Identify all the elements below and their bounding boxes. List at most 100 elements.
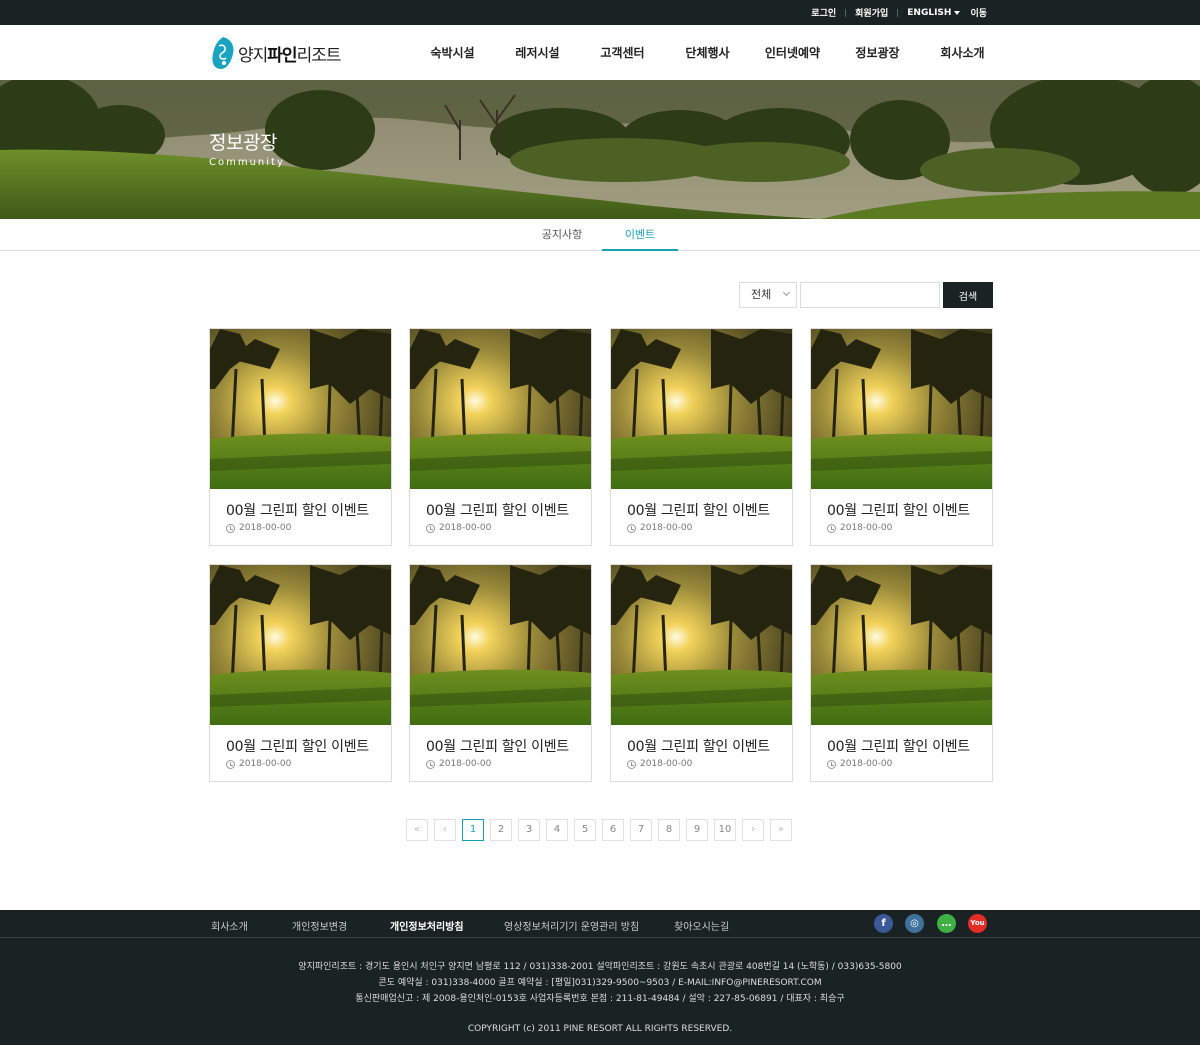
page-button-7[interactable]: 7 — [630, 819, 652, 841]
page-button-9[interactable]: 9 — [686, 819, 708, 841]
footer-link-company[interactable]: 회사소개 — [211, 918, 248, 933]
divider — [897, 8, 899, 17]
event-date-text: 2018-00-00 — [840, 759, 893, 769]
page-subtitle: Community — [209, 157, 285, 168]
event-title[interactable]: 00월 그린피 할인 이벤트 — [426, 736, 569, 756]
event-card[interactable]: 00월 그린피 할인 이벤트 2018-00-00 — [409, 564, 592, 782]
signup-link[interactable]: 회원가입 — [855, 6, 888, 19]
event-title[interactable]: 00월 그린피 할인 이벤트 — [627, 500, 770, 520]
event-thumbnail[interactable] — [811, 329, 992, 489]
event-thumbnail[interactable] — [811, 565, 992, 725]
pagination: « ‹ 1 2 3 4 5 6 7 8 9 10 › » — [406, 819, 798, 841]
page-button-3[interactable]: 3 — [518, 819, 540, 841]
event-title[interactable]: 00월 그린피 할인 이벤트 — [827, 500, 970, 520]
logo[interactable]: 양지파인리조트 — [211, 36, 341, 70]
nav-item-leisure[interactable]: 레저시설 — [495, 44, 580, 61]
page-button-10[interactable]: 10 — [714, 819, 736, 841]
caret-down-icon[interactable] — [954, 10, 961, 15]
footer-contact: 콘도 예약실 : 031)338-4000 골프 예약실 : [평일]031)3… — [378, 978, 822, 988]
page-button-1[interactable]: 1 — [462, 819, 484, 841]
event-date: 2018-00-00 — [226, 523, 291, 533]
event-title[interactable]: 00월 그린피 할인 이벤트 — [827, 736, 970, 756]
main-nav: 숙박시설 레저시설 고객센터 단체행사 인터넷예약 정보광장 회사소개 — [410, 25, 1005, 80]
clock-icon — [627, 759, 636, 769]
event-card[interactable]: 00월 그린피 할인 이벤트 2018-00-00 — [610, 328, 793, 546]
nav-item-community[interactable]: 정보광장 — [835, 44, 920, 61]
go-button[interactable]: 이동 — [970, 6, 987, 19]
chevron-down-icon — [782, 288, 791, 297]
event-card[interactable]: 00월 그린피 할인 이벤트 2018-00-00 — [209, 564, 392, 782]
footer-copyright: COPYRIGHT (c) 2011 PINE RESORT ALL RIGHT… — [467, 1024, 733, 1034]
event-date: 2018-00-00 — [827, 759, 892, 769]
nav-item-online-reservation[interactable]: 인터넷예약 — [750, 44, 835, 61]
event-date-text: 2018-00-00 — [439, 759, 492, 769]
footer-link-privacy-policy[interactable]: 개인정보처리방침 — [390, 918, 464, 933]
nav-item-group-events[interactable]: 단체행사 — [665, 44, 750, 61]
event-thumbnail[interactable] — [410, 565, 591, 725]
event-card[interactable]: 00월 그린피 할인 이벤트 2018-00-00 — [810, 564, 993, 782]
event-title[interactable]: 00월 그린피 할인 이벤트 — [226, 736, 369, 756]
prev-page-button[interactable]: ‹ — [434, 819, 456, 841]
talk-icon[interactable]: … — [937, 914, 956, 933]
event-thumbnail[interactable] — [611, 565, 792, 725]
nav-item-lodging[interactable]: 숙박시설 — [410, 44, 495, 61]
page-button-2[interactable]: 2 — [490, 819, 512, 841]
event-card[interactable]: 00월 그린피 할인 이벤트 2018-00-00 — [810, 328, 993, 546]
event-card[interactable]: 00월 그린피 할인 이벤트 2018-00-00 — [209, 328, 392, 546]
event-thumbnail[interactable] — [210, 329, 391, 489]
language-select[interactable]: ENGLISH — [907, 8, 951, 18]
event-date-text: 2018-00-00 — [239, 759, 292, 769]
event-date-text: 2018-00-00 — [439, 523, 492, 533]
event-thumbnail[interactable] — [611, 329, 792, 489]
top-utility-bar: 로그인 회원가입 ENGLISH 이동 — [0, 0, 1200, 25]
search-button[interactable]: 검색 — [943, 282, 993, 308]
next-page-button[interactable]: › — [742, 819, 764, 841]
event-date-text: 2018-00-00 — [840, 523, 893, 533]
event-date: 2018-00-00 — [226, 759, 291, 769]
event-date-text: 2018-00-00 — [239, 523, 292, 533]
facebook-icon[interactable]: f — [874, 914, 893, 933]
login-link[interactable]: 로그인 — [811, 6, 836, 19]
event-date-text: 2018-00-00 — [640, 759, 693, 769]
first-page-button[interactable]: « — [406, 819, 428, 841]
search-category-value: 전체 — [751, 288, 772, 301]
event-date-text: 2018-00-00 — [640, 523, 693, 533]
page-button-8[interactable]: 8 — [658, 819, 680, 841]
footer-link-privacy-change[interactable]: 개인정보변경 — [292, 918, 347, 933]
tab-events[interactable]: 이벤트 — [602, 219, 678, 251]
event-card[interactable]: 00월 그린피 할인 이벤트 2018-00-00 — [610, 564, 793, 782]
event-date: 2018-00-00 — [426, 759, 491, 769]
search-input[interactable] — [800, 282, 940, 308]
event-title[interactable]: 00월 그린피 할인 이벤트 — [426, 500, 569, 520]
clock-icon — [426, 523, 435, 533]
event-thumbnail[interactable] — [210, 565, 391, 725]
page-button-4[interactable]: 4 — [546, 819, 568, 841]
header: 양지파인리조트 숙박시설 레저시설 고객센터 단체행사 인터넷예약 정보광장 회… — [0, 25, 1200, 80]
event-title[interactable]: 00월 그린피 할인 이벤트 — [627, 736, 770, 756]
search-category-select[interactable]: 전체 — [739, 282, 797, 308]
logo-text: 양지파인리조트 — [238, 45, 341, 66]
footer-link-directions[interactable]: 찾아오시는길 — [674, 918, 729, 933]
clock-icon — [827, 523, 836, 533]
clock-icon — [426, 759, 435, 769]
last-page-button[interactable]: » — [770, 819, 792, 841]
divider — [845, 8, 847, 17]
event-date: 2018-00-00 — [827, 523, 892, 533]
footer-link-cctv-policy[interactable]: 영상정보처리기기 운영관리 방침 — [504, 918, 639, 933]
instagram-icon[interactable]: ◎ — [905, 914, 924, 933]
page-button-6[interactable]: 6 — [602, 819, 624, 841]
tab-notice[interactable]: 공지사항 — [524, 219, 600, 251]
clock-icon — [226, 523, 235, 533]
hero-landscape-image — [0, 80, 1200, 219]
youtube-icon[interactable]: You — [968, 914, 987, 933]
clock-icon — [827, 759, 836, 769]
page-button-5[interactable]: 5 — [574, 819, 596, 841]
event-thumbnail[interactable] — [410, 329, 591, 489]
nav-item-customer-center[interactable]: 고객센터 — [580, 44, 665, 61]
clock-icon — [627, 523, 636, 533]
clock-icon — [226, 759, 235, 769]
nav-item-company[interactable]: 회사소개 — [920, 44, 1005, 61]
event-title[interactable]: 00월 그린피 할인 이벤트 — [226, 500, 369, 520]
event-date: 2018-00-00 — [426, 523, 491, 533]
event-card[interactable]: 00월 그린피 할인 이벤트 2018-00-00 — [409, 328, 592, 546]
